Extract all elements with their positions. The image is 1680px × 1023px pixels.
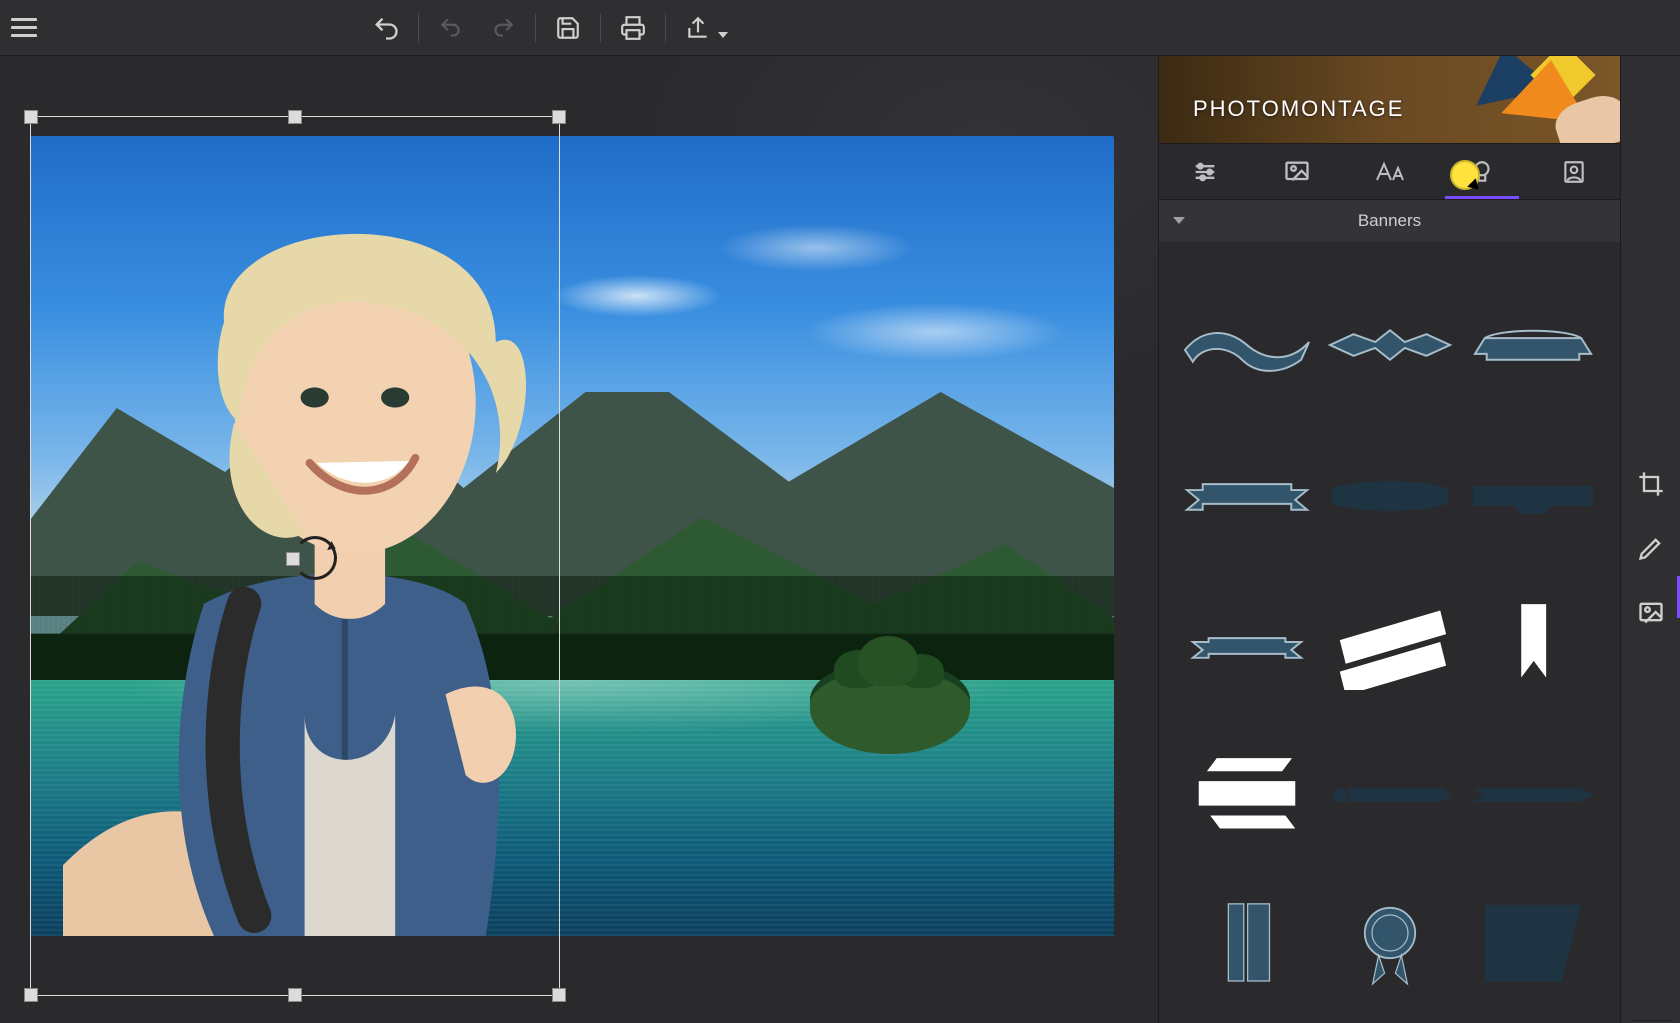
print-icon (620, 15, 646, 41)
selection-handle-br[interactable] (552, 988, 566, 1002)
shapes-grid[interactable] (1159, 242, 1620, 1023)
shape-banner-bar-dark[interactable] (1321, 435, 1459, 555)
pencil-icon (1637, 534, 1665, 562)
shape-medal-ribbon[interactable] (1321, 885, 1459, 1005)
shape-ribbon-scroll[interactable] (1464, 285, 1602, 405)
portrait-icon (1561, 159, 1587, 185)
image-panel-tool[interactable] (1631, 592, 1671, 632)
shape-row (1175, 270, 1604, 420)
canvas-island (810, 664, 970, 754)
share-dropdown[interactable] (672, 0, 728, 56)
tab-image[interactable] (1251, 144, 1343, 199)
shape-ribbon-wave[interactable] (1178, 285, 1316, 405)
menu-button[interactable] (0, 0, 48, 56)
undo-icon (372, 14, 400, 42)
shape-ribbon-mini[interactable] (1178, 585, 1316, 705)
separator (535, 13, 536, 43)
tab-shapes[interactable] (1436, 144, 1528, 199)
share-icon (685, 15, 711, 41)
toolbar-actions (360, 0, 728, 56)
print-button[interactable] (607, 0, 659, 56)
panel-tabs (1159, 144, 1620, 200)
selection-handle-tl[interactable] (24, 110, 38, 124)
shape-stack-sign-white[interactable] (1178, 735, 1316, 855)
undo-step-icon (438, 15, 464, 41)
chevron-down-icon (718, 32, 728, 38)
crop-icon (1637, 470, 1665, 498)
shape-row (1175, 570, 1604, 720)
canvas-image[interactable] (30, 136, 1114, 936)
sliders-icon (1191, 158, 1219, 186)
section-banners[interactable]: Banners (1159, 200, 1620, 242)
shape-banner-angled-dark[interactable] (1464, 885, 1602, 1005)
shape-ribbon-diagonal-white[interactable] (1321, 585, 1459, 705)
tab-text[interactable] (1343, 144, 1435, 199)
shape-ribbon-emblem[interactable] (1321, 285, 1459, 405)
shape-badge-vertical[interactable] (1178, 885, 1316, 1005)
separator (600, 13, 601, 43)
image-icon (1283, 158, 1311, 186)
separator (418, 13, 419, 43)
image-panel-icon (1637, 598, 1665, 626)
redo-icon (490, 15, 516, 41)
panel-title: PHOTOMONTAGE (1193, 96, 1404, 122)
shape-row (1175, 420, 1604, 570)
separator (665, 13, 666, 43)
canvas-area[interactable] (0, 56, 1158, 1023)
shape-row (1175, 720, 1604, 870)
selection-handle-tr[interactable] (552, 110, 566, 124)
shape-ribbon-split-tail[interactable] (1178, 435, 1316, 555)
tool-rail (1620, 56, 1680, 1023)
draw-tool[interactable] (1631, 528, 1671, 568)
shape-pin-strip-dark[interactable] (1321, 735, 1459, 855)
shape-row (1175, 870, 1604, 1020)
topbar (0, 0, 1680, 56)
shape-bookmark-white[interactable] (1464, 585, 1602, 705)
tab-adjust[interactable] (1159, 144, 1251, 199)
selection-handle-bl[interactable] (24, 988, 38, 1002)
collapse-icon (1173, 217, 1185, 224)
right-panel: PHOTOMONTAGE Banners (1158, 56, 1620, 1023)
save-icon (555, 15, 581, 41)
hamburger-icon (11, 26, 37, 29)
crop-tool[interactable] (1631, 464, 1671, 504)
section-title-text: Banners (1358, 211, 1421, 231)
shape-banner-folded-dark[interactable] (1464, 435, 1602, 555)
undo-step-button[interactable] (425, 0, 477, 56)
selection-handle-bm[interactable] (288, 988, 302, 1002)
tab-portrait[interactable] (1528, 144, 1620, 199)
selection-handle-tm[interactable] (288, 110, 302, 124)
shape-tag-strip-dark[interactable] (1464, 735, 1602, 855)
panel-hero: PHOTOMONTAGE (1159, 56, 1620, 144)
text-icon (1374, 158, 1406, 186)
undo-button[interactable] (360, 0, 412, 56)
redo-button[interactable] (477, 0, 529, 56)
main: PHOTOMONTAGE Banners (0, 56, 1680, 1023)
save-button[interactable] (542, 0, 594, 56)
